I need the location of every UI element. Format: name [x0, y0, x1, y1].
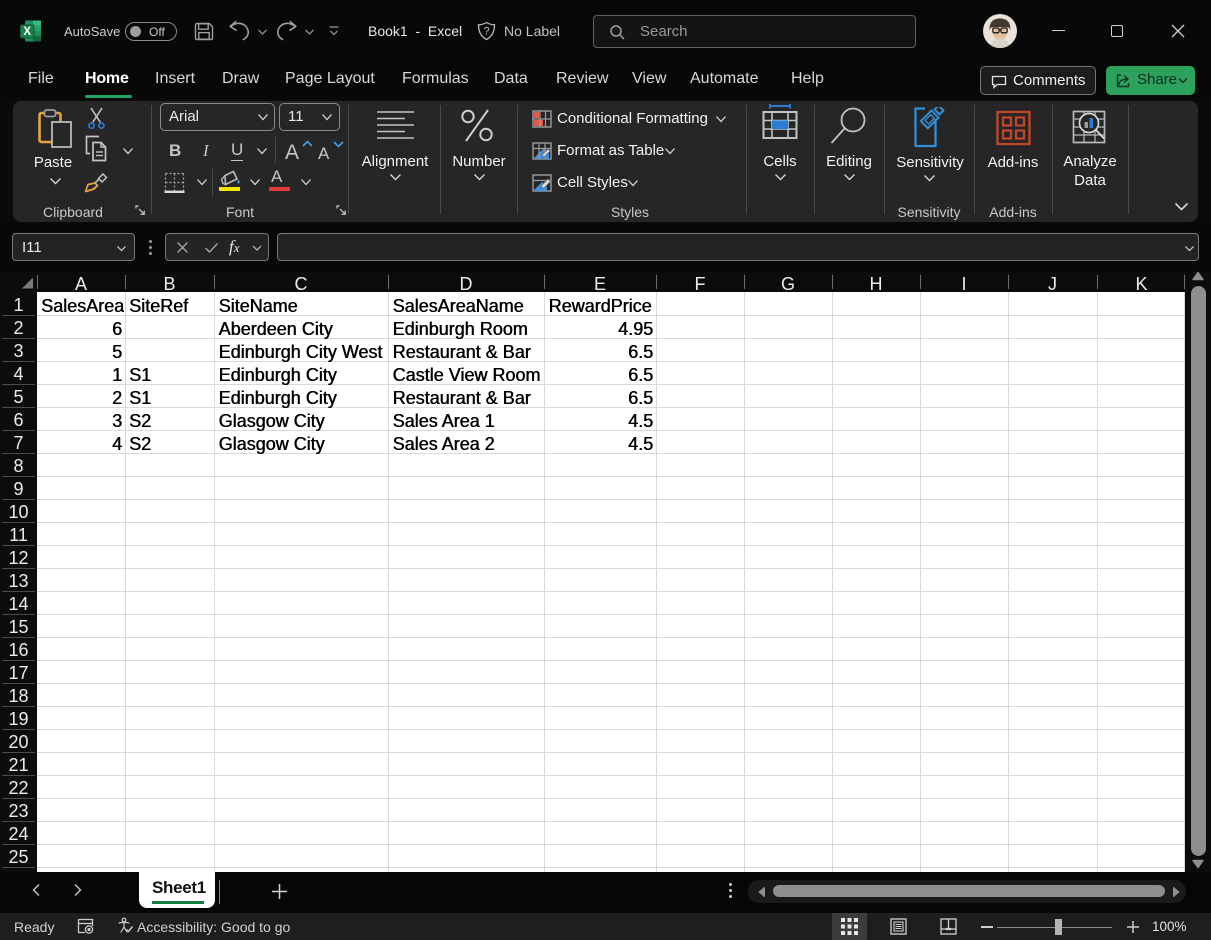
svg-text:?: ?	[483, 26, 489, 38]
svg-text:X: X	[23, 26, 31, 38]
svg-text:A: A	[285, 141, 299, 161]
svg-text:A: A	[318, 144, 330, 161]
